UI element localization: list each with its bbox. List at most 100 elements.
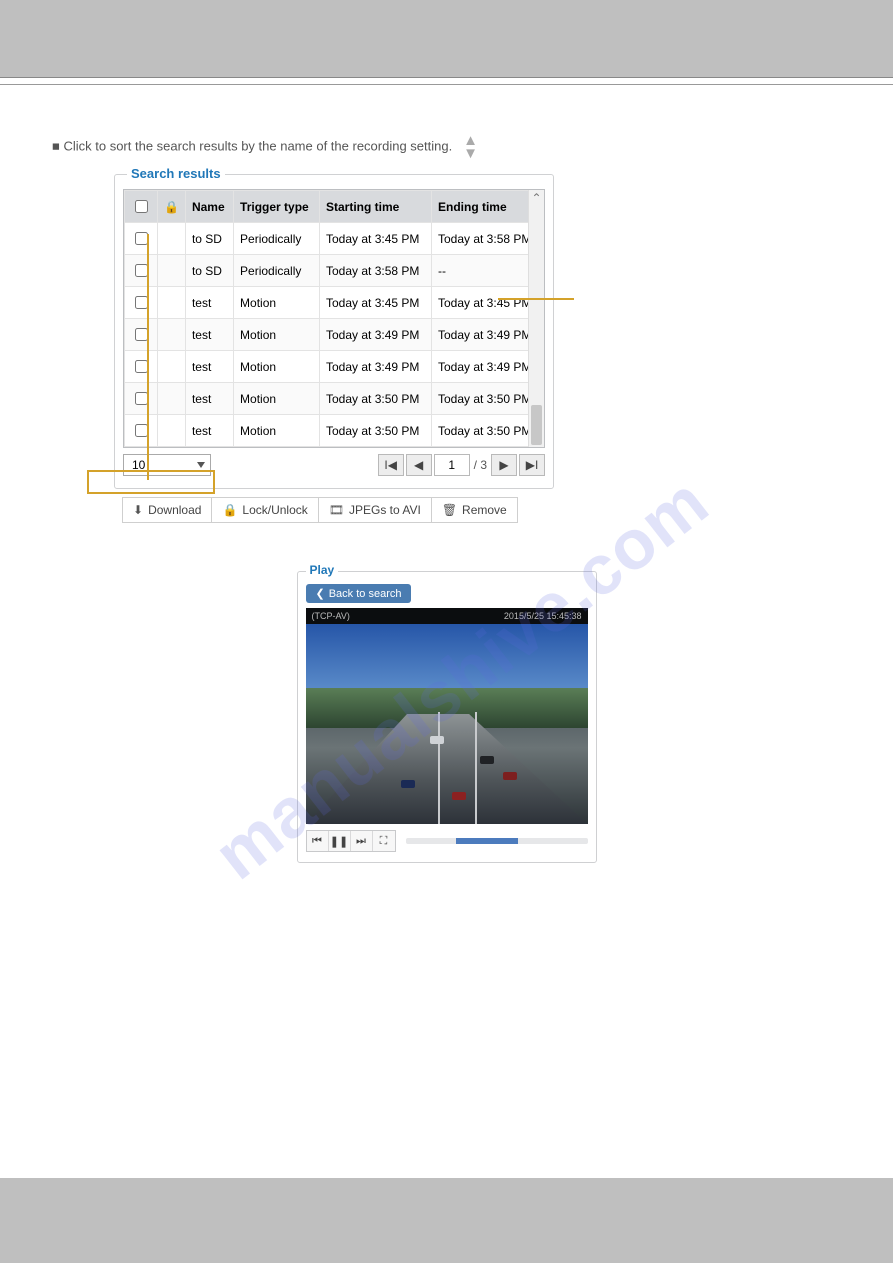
row-lock-cell: [158, 383, 186, 415]
video-tag: (TCP-AV): [312, 611, 350, 621]
row-trigger: Motion: [234, 383, 320, 415]
play-legend: Play: [306, 563, 339, 577]
back-label: Back to search: [329, 588, 402, 600]
pager-row: 10 I◀ ◀ / 3 ▶ ▶I: [123, 454, 545, 476]
row-checkbox-cell[interactable]: [125, 351, 158, 383]
scroll-thumb[interactable]: [531, 405, 542, 445]
row-name: to SD: [185, 223, 233, 255]
row-checkbox-cell[interactable]: [125, 383, 158, 415]
download-label: Download: [148, 503, 201, 517]
document-paper: manualshive.com ■ Click to sort the sear…: [0, 77, 893, 1178]
chevron-left-icon: ❮: [316, 587, 325, 600]
row-trigger: Motion: [234, 319, 320, 351]
row-end: Today at 3:49 PM: [431, 319, 543, 351]
video-timestamp: 2015/5/25 15:45:38: [504, 611, 582, 621]
pager-last-button[interactable]: ▶I: [519, 454, 545, 476]
row-trigger: Periodically: [234, 223, 320, 255]
row-lock-cell: [158, 319, 186, 351]
row-end: Today at 3:49 PM: [431, 351, 543, 383]
results-table: 🔒 Name Trigger type Starting time Ending…: [124, 190, 544, 447]
intro-sort-line: ■ Click to sort the search results by th…: [52, 134, 832, 160]
table-row[interactable]: testMotionToday at 3:49 PMToday at 3:49 …: [125, 351, 544, 383]
table-row[interactable]: to SDPeriodicallyToday at 3:45 PMToday a…: [125, 223, 544, 255]
table-row[interactable]: testMotionToday at 3:45 PMToday at 3:45 …: [125, 287, 544, 319]
row-end: --: [431, 255, 543, 287]
row-checkbox-cell[interactable]: [125, 223, 158, 255]
row-lock-cell: [158, 255, 186, 287]
panel-legend: Search results: [127, 166, 225, 181]
page-size-select-wrap[interactable]: 10: [123, 454, 211, 476]
player-pause-button[interactable]: ❚❚: [329, 831, 351, 851]
row-name: test: [185, 287, 233, 319]
row-trigger: Motion: [234, 415, 320, 447]
lock-button[interactable]: 🔒 Lock/Unlock: [211, 497, 318, 523]
row-checkbox-cell[interactable]: [125, 319, 158, 351]
pager-next-button[interactable]: ▶: [491, 454, 517, 476]
row-name: test: [185, 351, 233, 383]
header-select-all[interactable]: [125, 191, 158, 223]
player-next-button[interactable]: ⏭: [351, 831, 373, 851]
intro-sort-text: ■ Click to sort the search results by th…: [52, 138, 452, 153]
table-row[interactable]: testMotionToday at 3:49 PMToday at 3:49 …: [125, 319, 544, 351]
video-header: (TCP-AV) 2015/5/25 15:45:38: [306, 608, 588, 624]
row-name: test: [185, 319, 233, 351]
film-icon: 🎞: [329, 503, 344, 517]
player-controls: ⏮ ❚❚ ⏭ ⛶: [306, 830, 588, 852]
header-trigger[interactable]: Trigger type: [234, 191, 320, 223]
table-body: to SDPeriodicallyToday at 3:45 PMToday a…: [125, 223, 544, 447]
pager-prev-button[interactable]: ◀: [406, 454, 432, 476]
row-start: Today at 3:45 PM: [320, 287, 432, 319]
player-button-group: ⏮ ❚❚ ⏭ ⛶: [306, 830, 396, 852]
row-checkbox-cell[interactable]: [125, 415, 158, 447]
table-row[interactable]: to SDPeriodicallyToday at 3:58 PM--: [125, 255, 544, 287]
row-lock-cell: [158, 287, 186, 319]
download-icon: ⬇: [133, 503, 143, 517]
row-end: Today at 3:45 PM: [431, 287, 543, 319]
page: manualshive.com ■ Click to sort the sear…: [0, 0, 893, 1263]
results-table-wrap: 🔒 Name Trigger type Starting time Ending…: [123, 189, 545, 448]
jpeg-button[interactable]: 🎞 JPEGs to AVI: [318, 497, 432, 523]
row-end: Today at 3:50 PM: [431, 415, 543, 447]
row-checkbox-cell[interactable]: [125, 287, 158, 319]
header-end[interactable]: Ending time: [431, 191, 543, 223]
trash-icon: 🗑: [442, 503, 457, 517]
header-rule: [0, 84, 893, 85]
scroll-up-icon[interactable]: ⌃: [529, 190, 544, 206]
remove-button[interactable]: 🗑 Remove: [431, 497, 518, 523]
table-head: 🔒 Name Trigger type Starting time Ending…: [125, 191, 544, 223]
search-results-panel: Search results 🔒 Name Trigger type Start…: [114, 174, 554, 489]
play-panel: Play ❮ Back to search (TCP-AV) 2015/5/25…: [297, 571, 597, 863]
row-name: test: [185, 383, 233, 415]
header-start[interactable]: Starting time: [320, 191, 432, 223]
back-to-search-button[interactable]: ❮ Back to search: [306, 584, 412, 603]
row-start: Today at 3:50 PM: [320, 383, 432, 415]
jpeg-label: JPEGs to AVI: [349, 503, 421, 517]
row-name: test: [185, 415, 233, 447]
remove-label: Remove: [462, 503, 507, 517]
header-lock-icon: 🔒: [158, 191, 186, 223]
callout-line-left-vertical: [147, 234, 149, 480]
table-row[interactable]: testMotionToday at 3:50 PMToday at 3:50 …: [125, 383, 544, 415]
pager-page-input[interactable]: [434, 454, 470, 476]
page-size-select[interactable]: 10: [123, 454, 211, 476]
row-start: Today at 3:49 PM: [320, 351, 432, 383]
video-viewport[interactable]: [306, 624, 588, 824]
row-lock-cell: [158, 351, 186, 383]
row-end: Today at 3:58 PM: [431, 223, 543, 255]
player-fullscreen-button[interactable]: ⛶: [373, 831, 395, 851]
player-prev-button[interactable]: ⏮: [307, 831, 329, 851]
action-button-row: ⬇ Download 🔒 Lock/Unlock 🎞 JPEGs to AVI …: [122, 497, 863, 523]
row-trigger: Motion: [234, 351, 320, 383]
row-start: Today at 3:58 PM: [320, 255, 432, 287]
table-row[interactable]: testMotionToday at 3:50 PMToday at 3:50 …: [125, 415, 544, 447]
scrollbar[interactable]: ⌃: [528, 190, 544, 447]
sort-icon: ▲▼: [463, 134, 478, 160]
player-progress[interactable]: [406, 838, 588, 844]
row-start: Today at 3:50 PM: [320, 415, 432, 447]
pager-first-button[interactable]: I◀: [378, 454, 404, 476]
header-name[interactable]: Name: [185, 191, 233, 223]
select-all-checkbox[interactable]: [135, 200, 148, 213]
download-button[interactable]: ⬇ Download: [122, 497, 212, 523]
row-checkbox-cell[interactable]: [125, 255, 158, 287]
row-trigger: Periodically: [234, 255, 320, 287]
